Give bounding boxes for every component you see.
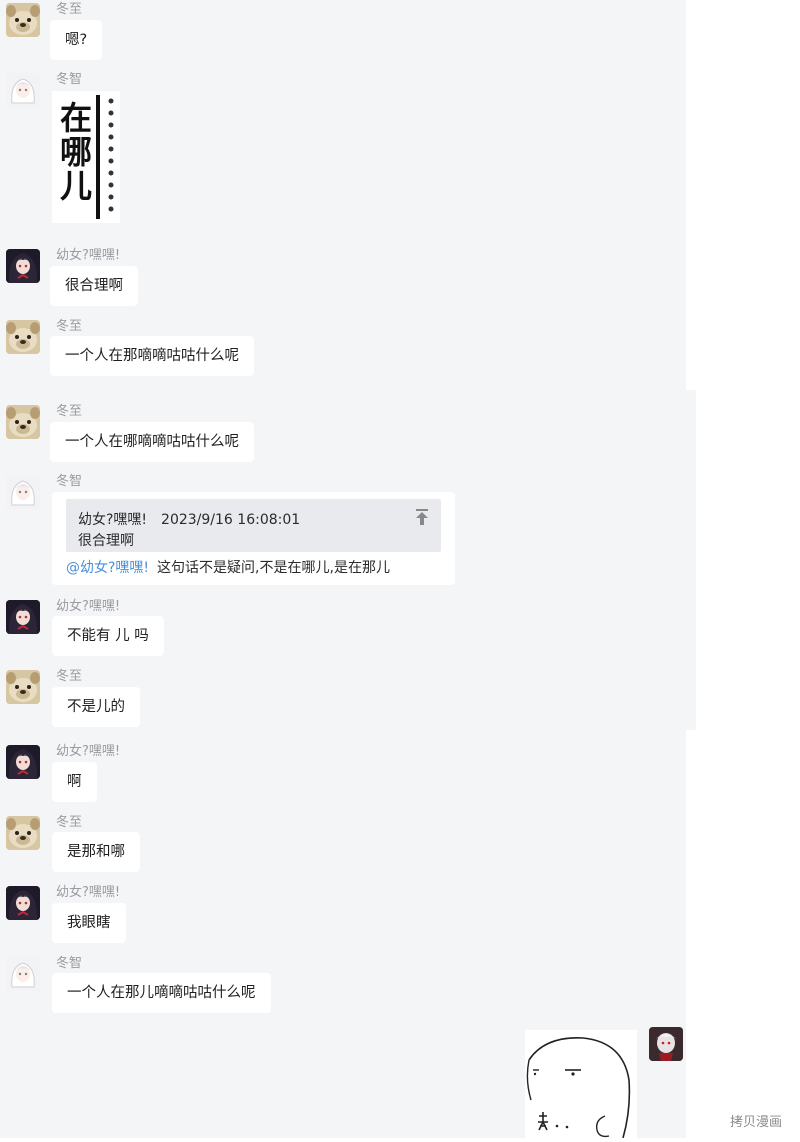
quote-reply-bubble[interactable]: 幼女?嘿嘿! 2023/9/16 16:08:01 很合理啊 @幼女?嘿嘿! 这句话…	[52, 492, 455, 585]
chat-area-edge	[686, 390, 696, 730]
svg-text:儿: 儿	[60, 167, 92, 205]
reply-text-line: @幼女?嘿嘿! 这句话不是疑问,不是在哪儿,是在那儿	[66, 557, 390, 577]
message-bubble[interactable]: 一个人在哪嘀嘀咕咕什么呢	[50, 422, 254, 462]
avatar-dog[interactable]	[6, 3, 40, 37]
avatar-dog[interactable]	[6, 670, 40, 704]
avatar-girl-dark[interactable]	[6, 745, 40, 779]
mention-link[interactable]: @幼女?嘿嘿!	[66, 560, 149, 576]
quote-text: 很合理啊	[78, 533, 134, 549]
message-bubble[interactable]: 很合理啊	[50, 266, 138, 306]
message-bubble[interactable]: 我眼瞎	[52, 903, 126, 943]
sender-name: 幼女?嘿嘿!	[56, 599, 121, 614]
sender-name: 冬至	[56, 319, 83, 334]
message-bubble[interactable]: 一个人在那儿嘀嘀咕咕什么呢	[52, 973, 271, 1013]
sender-name: 冬至	[56, 669, 83, 684]
svg-text:在: 在	[60, 99, 92, 137]
sticker-peek[interactable]	[525, 1030, 637, 1139]
avatar-girl-dark[interactable]	[6, 249, 40, 283]
watermark: 拷贝漫画	[730, 1115, 783, 1130]
sender-name: 幼女?嘿嘿!	[56, 744, 121, 759]
sender-name: 冬至	[56, 2, 83, 17]
avatar-girl-white[interactable]	[6, 475, 40, 509]
message-bubble[interactable]: 不能有 儿 吗	[52, 616, 164, 656]
message-bubble[interactable]: 是那和哪	[52, 832, 140, 872]
avatar-girl-dark[interactable]	[6, 886, 40, 920]
pin-top-icon[interactable]	[415, 509, 429, 525]
quote-author: 幼女?嘿嘿!	[78, 512, 148, 528]
sender-name: 冬智	[56, 956, 83, 971]
avatar-dog[interactable]	[6, 320, 40, 354]
sender-name: 冬智	[56, 474, 83, 489]
message-bubble[interactable]: 一个人在那嘀嘀咕咕什么呢	[50, 336, 254, 376]
sender-name: 幼女?嘿嘿!	[56, 885, 121, 900]
message-bubble[interactable]: 啊	[52, 762, 97, 802]
sticker-zai-naer[interactable]: 在 哪 儿	[52, 91, 120, 223]
avatar-girl-white[interactable]	[6, 73, 40, 107]
sender-name: 冬智	[56, 72, 83, 87]
avatar-dog[interactable]	[6, 816, 40, 850]
sender-name: 冬至	[56, 815, 83, 830]
quote-time: 2023/9/16 16:08:01	[161, 512, 301, 528]
sender-name: 冬至	[56, 404, 83, 419]
avatar-girl-white[interactable]	[6, 957, 40, 991]
quoted-message[interactable]: 幼女?嘿嘿! 2023/9/16 16:08:01 很合理啊	[66, 499, 441, 552]
avatar-self[interactable]	[649, 1027, 683, 1061]
avatar-dog[interactable]	[6, 405, 40, 439]
avatar-girl-dark[interactable]	[6, 600, 40, 634]
message-bubble[interactable]: 不是儿的	[52, 687, 140, 727]
sender-name: 幼女?嘿嘿!	[56, 248, 121, 263]
reply-text: 这句话不是疑问,不是在哪儿,是在那儿	[157, 560, 390, 576]
svg-text:哪: 哪	[60, 133, 92, 171]
quote-meta: 幼女?嘿嘿! 2023/9/16 16:08:01	[78, 509, 300, 529]
message-bubble[interactable]: 嗯?	[50, 20, 103, 60]
